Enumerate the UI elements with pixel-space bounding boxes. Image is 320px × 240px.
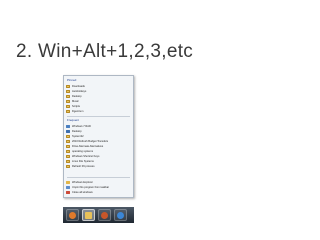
- folder-icon: [66, 90, 70, 93]
- item-label: Close all windows: [72, 191, 93, 194]
- folder-icon: [66, 150, 70, 153]
- unpin-icon: [66, 186, 70, 189]
- taskbar-button-ie[interactable]: [114, 209, 127, 221]
- folder-icon: [66, 110, 70, 113]
- taskbar-button-firefox[interactable]: [98, 209, 111, 221]
- item-label: Dgentrum: [72, 110, 84, 113]
- item-label: Drive Alternate Alternatives: [72, 145, 104, 148]
- item-label: Autohotkeys: [72, 90, 87, 93]
- taskbar-button-explorer[interactable]: [82, 209, 95, 221]
- media-player-icon: [69, 211, 76, 219]
- desktop-icon: [66, 130, 70, 133]
- taskbar-button-media-player[interactable]: [66, 209, 79, 221]
- close-icon: [66, 191, 70, 194]
- folder-icon: [66, 85, 70, 88]
- pinned-item-dgentrum[interactable]: Dgentrum: [66, 109, 131, 114]
- pinned-section-label: Pinned: [67, 78, 77, 82]
- computer-icon: [66, 125, 70, 128]
- folder-icon: [66, 165, 70, 168]
- item-label: 2010 Refresh Budget Transfers: [72, 140, 109, 143]
- item-label: Windows Explorer: [72, 181, 93, 184]
- folder-icon: [66, 140, 70, 143]
- frequent-item-refresh[interactable]: Refresh 09 process: [66, 164, 131, 169]
- item-label: operating systems: [72, 150, 94, 153]
- item-label: Desktop: [72, 95, 82, 98]
- item-label: System32: [72, 135, 84, 138]
- folder-icon: [66, 135, 70, 138]
- item-label: Music: [72, 100, 79, 103]
- slide-title: 2. Win+Alt+1,2,3,etc: [16, 41, 194, 62]
- jump-list-menu: Pinned Downloads Autohotkeys Desktop Mus…: [63, 75, 134, 198]
- taskbar: [63, 207, 134, 223]
- explorer-icon: [66, 181, 70, 184]
- item-label: Downloads: [72, 85, 85, 88]
- item-label: Refresh 09 process: [72, 165, 95, 168]
- item-label: Linux File Systems: [72, 160, 94, 163]
- firefox-icon: [101, 211, 108, 219]
- folder-icon: [66, 95, 70, 98]
- folder-icon: [66, 145, 70, 148]
- item-label: Windows Shortcut Keys: [72, 155, 100, 158]
- ie-icon: [117, 211, 124, 219]
- divider: [67, 177, 130, 178]
- divider: [67, 116, 130, 117]
- folder-icon: [66, 155, 70, 158]
- task-close-all[interactable]: Close all windows: [66, 190, 131, 195]
- item-label: Windows 7 RAD: [72, 125, 91, 128]
- item-label: Scripts: [72, 105, 80, 108]
- frequent-section-label: Frequent: [67, 118, 80, 122]
- folder-icon: [66, 105, 70, 108]
- item-label: Unpin this program from taskbar: [72, 186, 110, 189]
- folder-icon: [66, 160, 70, 163]
- item-label: Desktop: [72, 130, 82, 133]
- folder-icon: [66, 100, 70, 103]
- explorer-icon: [85, 211, 92, 219]
